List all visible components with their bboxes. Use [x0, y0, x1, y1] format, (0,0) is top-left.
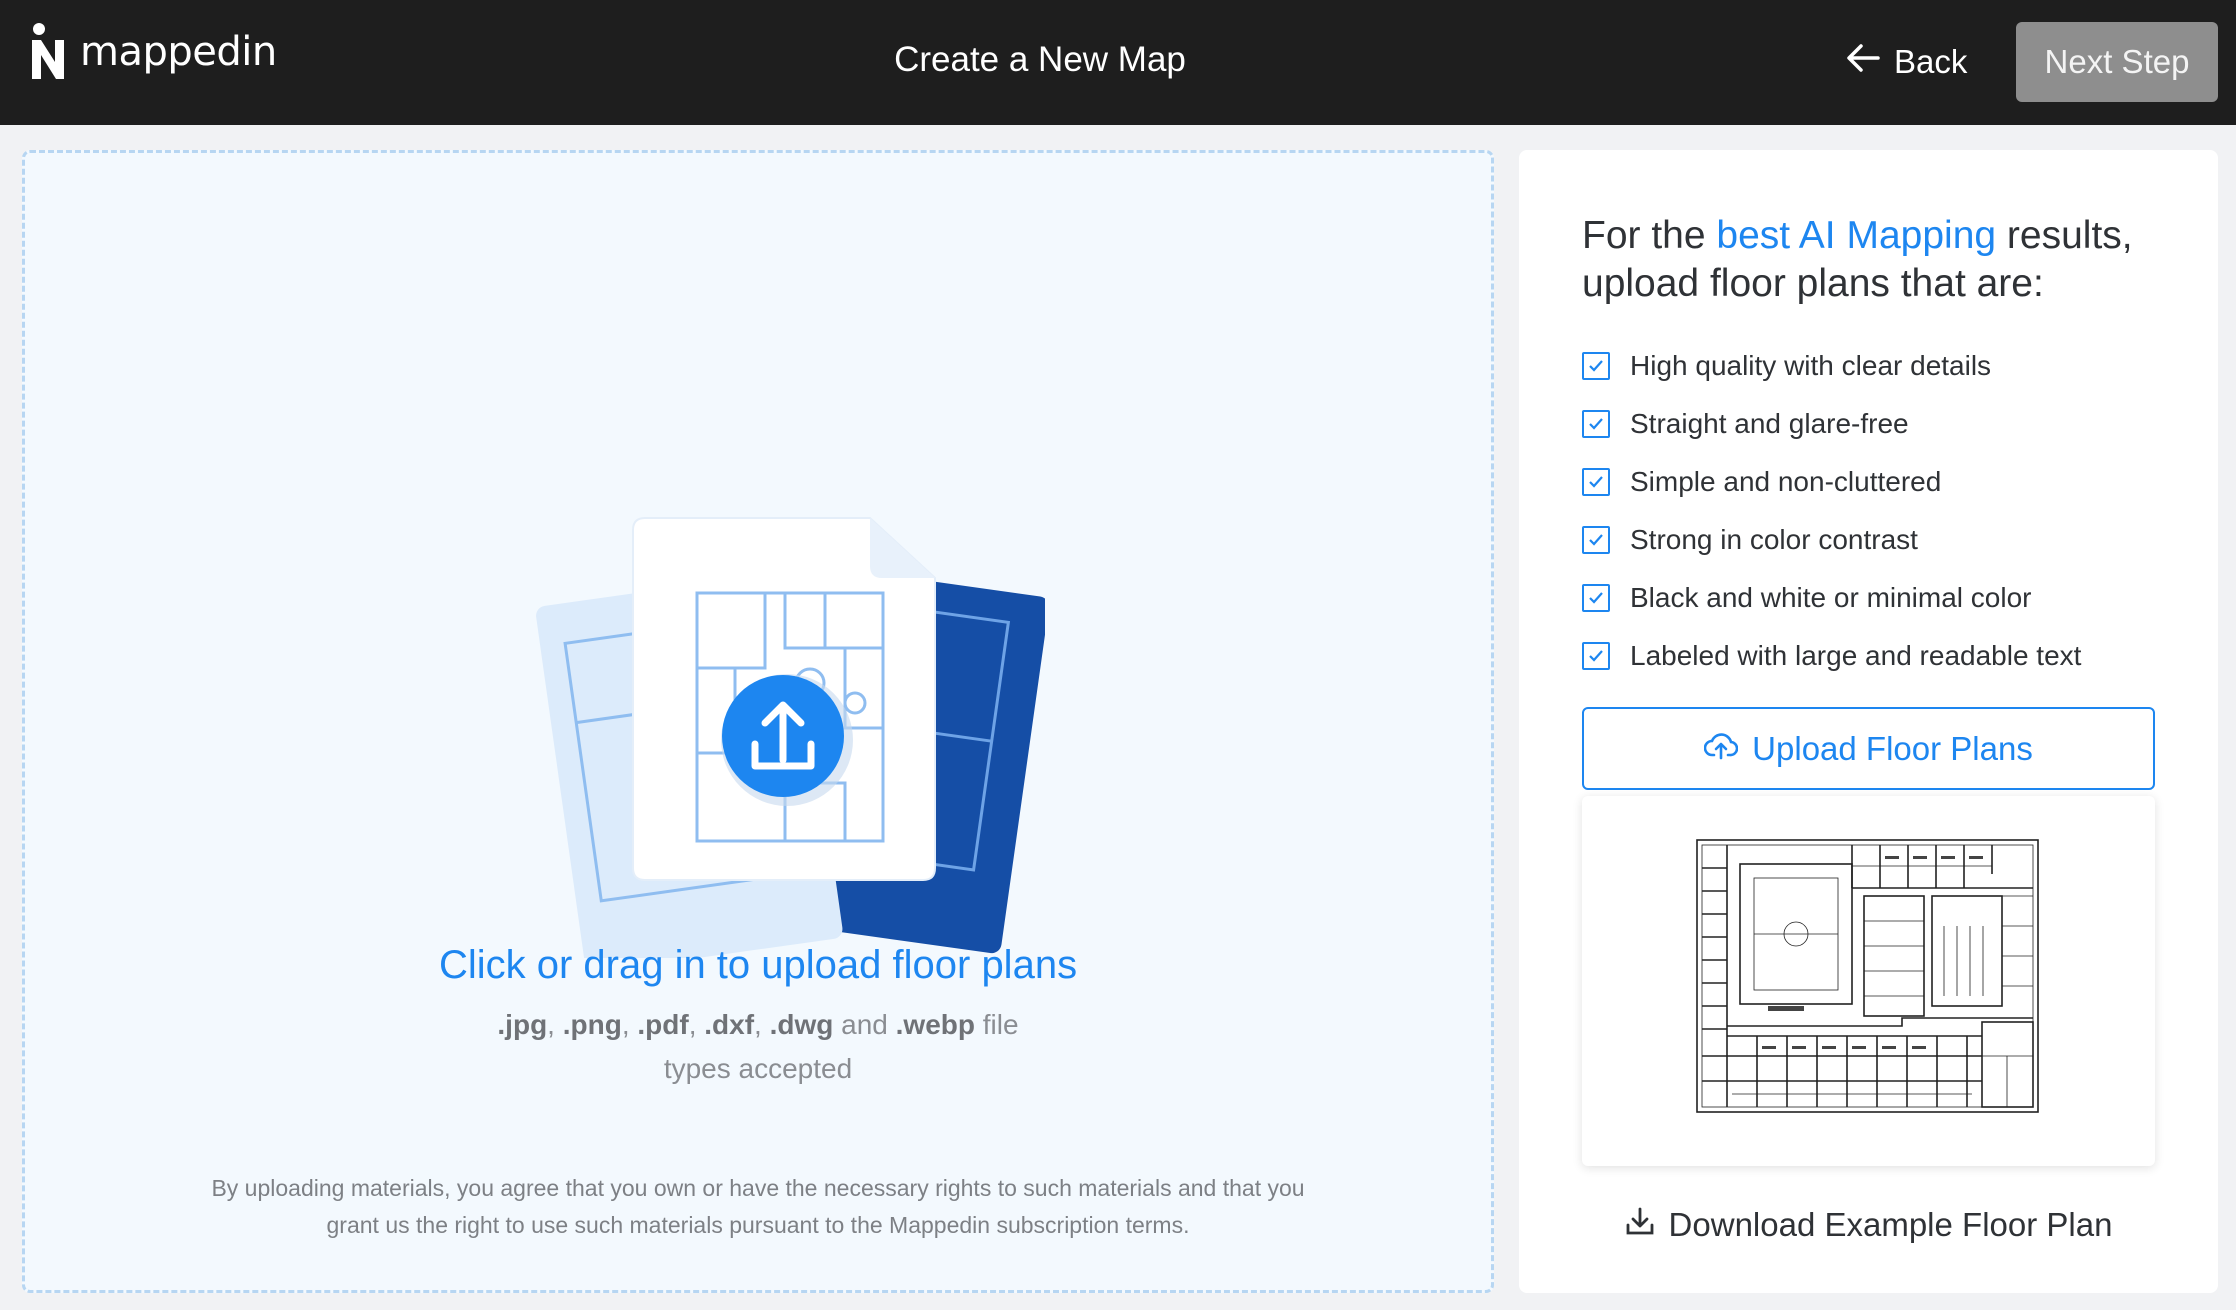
checklist-item: Labeled with large and readable text	[1582, 627, 2081, 685]
checklist-item: Strong in color contrast	[1582, 511, 2081, 569]
upload-floor-plans-label: Upload Floor Plans	[1752, 729, 2033, 767]
checkbox-checked-icon	[1582, 352, 1610, 380]
checklist-item: High quality with clear details	[1582, 337, 2081, 395]
checklist-item: Straight and glare-free	[1582, 395, 2081, 453]
top-bar: mappedin Create a New Map Back Next Step	[0, 0, 2236, 125]
checkbox-checked-icon	[1582, 468, 1610, 496]
guidelines-checklist: High quality with clear details Straight…	[1582, 337, 2081, 685]
back-button[interactable]: Back	[1846, 36, 1967, 88]
accepted-file-types: .jpg, .png, .pdf, .dxf, .dwg and .webp f…	[497, 1009, 1019, 1084]
upload-cta-text[interactable]: Click or drag in to upload floor plans	[25, 943, 1491, 988]
download-example-label: Download Example Floor Plan	[1668, 1206, 2113, 1243]
next-step-button[interactable]: Next Step	[2016, 22, 2218, 102]
upload-guidelines-panel: For the best AI Mapping results, upload …	[1519, 150, 2218, 1293]
checklist-item: Simple and non-cluttered	[1582, 453, 2081, 511]
checkbox-checked-icon	[1582, 410, 1610, 438]
download-icon	[1625, 1206, 1669, 1244]
checklist-item: Black and white or minimal color	[1582, 569, 2081, 627]
upload-dropzone[interactable]: Click or drag in to upload floor plans .…	[22, 150, 1494, 1293]
page-title: Create a New Map	[894, 40, 1186, 79]
arrow-left-icon	[1846, 43, 1894, 81]
checkbox-checked-icon	[1582, 526, 1610, 554]
download-example-link[interactable]: Download Example Floor Plan	[1582, 1200, 2155, 1250]
back-button-label: Back	[1894, 43, 1968, 80]
example-floor-plan-image	[1696, 839, 2039, 1113]
checkbox-checked-icon	[1582, 642, 1610, 670]
cloud-upload-icon	[1703, 730, 1752, 768]
checkbox-checked-icon	[1582, 584, 1610, 612]
upload-legal-notice: By uploading materials, you agree that y…	[211, 1175, 1305, 1238]
guidelines-heading: For the best AI Mapping results, upload …	[1582, 214, 2133, 305]
upload-floor-plans-button[interactable]: Upload Floor Plans	[1582, 707, 2155, 790]
floor-plan-upload-illustration	[536, 517, 1045, 958]
example-floor-plan-preview	[1582, 796, 2155, 1166]
